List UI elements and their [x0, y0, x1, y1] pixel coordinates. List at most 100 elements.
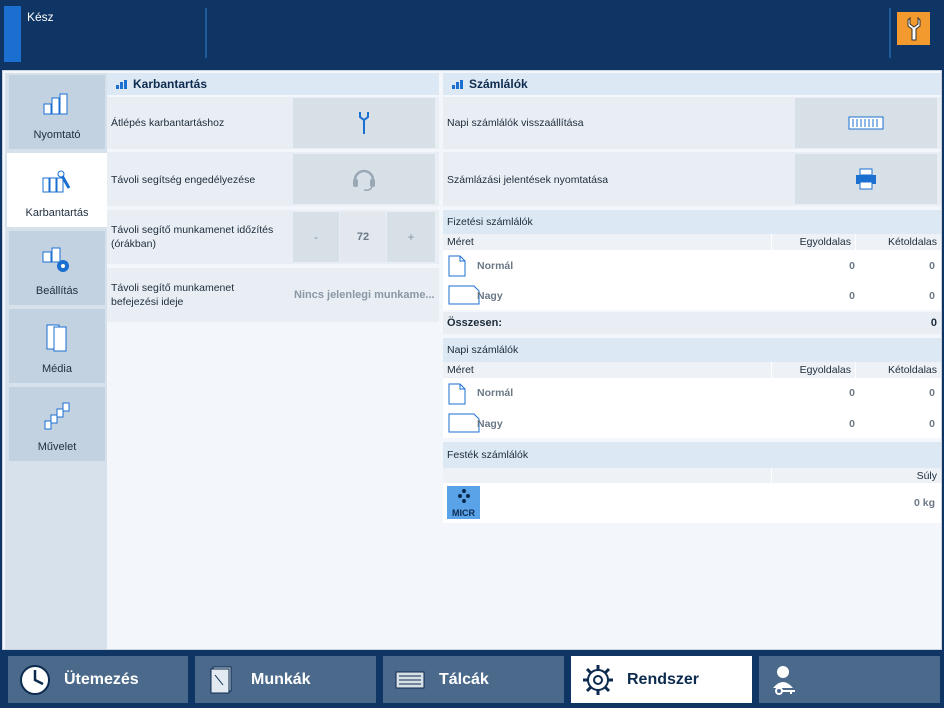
reset-daily-counters-button[interactable]	[795, 98, 937, 148]
simplex-count: 0	[849, 418, 855, 430]
row-label: Napi számlálók visszaállítása	[447, 117, 584, 129]
page-large-icon	[448, 285, 480, 305]
sidebar-item-media[interactable]: Média	[9, 309, 105, 383]
table-row: Normál 0 0	[443, 250, 941, 280]
sidebar: Nyomtató Karbantartás Beállítás Média Mű…	[5, 73, 107, 649]
toner-dots-icon	[458, 489, 470, 503]
counters-section-title: Számlálók	[443, 73, 941, 95]
divider	[771, 234, 772, 250]
table-row: Normál 0 0	[443, 378, 941, 408]
media-icon	[41, 322, 73, 354]
divider	[855, 234, 856, 250]
row-label: Távoli segítség engedélyezése	[111, 174, 256, 186]
tab-label: Rendszer	[627, 670, 700, 688]
tab-trays[interactable]: Tálcák	[383, 656, 564, 703]
page-large-icon	[448, 413, 480, 433]
daily-column-headers: Méret Egyoldalas Kétoldalas	[443, 362, 941, 378]
column-weight: Súly	[916, 470, 937, 482]
column-duplex: Kétoldalas	[887, 364, 937, 376]
tab-label: Ütemezés	[64, 670, 139, 688]
column-duplex: Kétoldalas	[887, 236, 937, 248]
section-bars-icon	[452, 80, 464, 89]
session-end-value: Nincs jelenlegi munkame...	[294, 289, 435, 301]
simplex-count: 0	[849, 290, 855, 302]
page-normal-icon	[448, 383, 466, 405]
column-simplex: Egyoldalas	[799, 236, 851, 248]
total-value: 0	[930, 317, 937, 329]
sidebar-item-settings[interactable]: Beállítás	[9, 231, 105, 305]
content-area: Nyomtató Karbantartás Beállítás Média Mű…	[2, 70, 942, 650]
daily-counters-header: Napi számlálók	[443, 338, 941, 362]
status-indicator	[4, 6, 21, 62]
tab-jobs[interactable]: Munkák	[195, 656, 376, 703]
size-name: Normál	[477, 387, 514, 399]
duplex-count: 0	[929, 418, 935, 430]
table-row: Nagy 0 0	[443, 408, 941, 438]
toner-column-headers: Súly	[443, 468, 941, 483]
row-label: Átlépés karbantartáshoz	[111, 117, 225, 129]
divider	[889, 8, 891, 58]
sidebar-item-label: Média	[42, 363, 72, 375]
maintenance-alert-button[interactable]	[897, 12, 930, 45]
micr-label: MICR	[452, 508, 475, 518]
duplex-count: 0	[929, 260, 935, 272]
tab-label: Tálcák	[439, 670, 489, 688]
sidebar-item-printer[interactable]: Nyomtató	[9, 75, 105, 149]
duplex-count: 0	[929, 387, 935, 399]
settings-gear-icon	[41, 244, 73, 276]
wrench-icon	[359, 112, 369, 134]
sidebar-item-label: Művelet	[37, 441, 77, 453]
headset-icon	[353, 169, 375, 191]
wrench-icon	[907, 16, 920, 40]
printer-status: Kész	[27, 10, 54, 24]
operation-stairs-icon	[41, 400, 73, 432]
tray-icon	[393, 663, 427, 697]
timeout-hours-value[interactable]: 72	[340, 212, 386, 262]
row-label: Távoli segítő munkamenet időzítés (órákb…	[111, 224, 274, 250]
simplex-count: 0	[849, 387, 855, 399]
maintenance-row: Távoli segítség engedélyezése	[107, 152, 439, 206]
row-label: Számlázási jelentések nyomtatása	[447, 174, 609, 186]
divider	[771, 468, 772, 483]
sidebar-item-maintenance[interactable]: Karbantartás	[7, 153, 107, 227]
increment-button[interactable]: +	[387, 212, 435, 262]
table-row: MICR 0 kg	[443, 483, 941, 523]
divider	[771, 362, 772, 378]
toner-counters-header: Festék számlálók	[443, 442, 941, 468]
total-label: Összesen:	[447, 317, 503, 329]
tab-system[interactable]: Rendszer	[571, 656, 752, 703]
sidebar-item-label: Nyomtató	[33, 129, 81, 141]
duplex-count: 0	[929, 290, 935, 302]
billing-column-headers: Méret Egyoldalas Kétoldalas	[443, 234, 941, 250]
size-name: Nagy	[477, 290, 503, 302]
billing-total-row: Összesen: 0	[443, 312, 941, 334]
enable-remote-assist-button[interactable]	[293, 154, 435, 204]
maintenance-tools-icon	[41, 166, 73, 198]
decrement-button[interactable]: -	[293, 212, 339, 262]
printer-icon	[856, 168, 876, 190]
maintenance-row: Átlépés karbantartáshoz	[107, 97, 439, 149]
toner-weight-value: 0 kg	[913, 497, 935, 509]
divider	[205, 8, 207, 58]
counters-row: Napi számlálók visszaállítása	[443, 97, 941, 149]
tab-schedule[interactable]: Ütemezés	[8, 656, 188, 703]
size-name: Normál	[477, 260, 514, 272]
tab-user-login[interactable]	[759, 656, 940, 703]
sidebar-item-operation[interactable]: Művelet	[9, 387, 105, 461]
top-bar: Kész	[0, 0, 944, 70]
enter-maintenance-button[interactable]	[293, 98, 435, 148]
billing-counters-header: Fizetési számlálók	[443, 210, 941, 234]
table-row: Nagy 0 0	[443, 280, 941, 310]
printer-chart-icon	[41, 88, 73, 120]
section-title-text: Karbantartás	[133, 77, 208, 91]
divider	[855, 362, 856, 378]
print-billing-reports-button[interactable]	[795, 154, 937, 204]
bottom-navigation: Ütemezés Munkák Tálcák Rendszer	[0, 650, 944, 708]
sidebar-item-label: Karbantartás	[25, 207, 89, 219]
clock-icon	[18, 663, 52, 697]
tab-label: Munkák	[251, 670, 311, 688]
document-icon	[205, 663, 239, 697]
user-key-icon	[769, 663, 803, 697]
section-bars-icon	[116, 80, 128, 89]
counter-reset-icon	[848, 116, 884, 130]
